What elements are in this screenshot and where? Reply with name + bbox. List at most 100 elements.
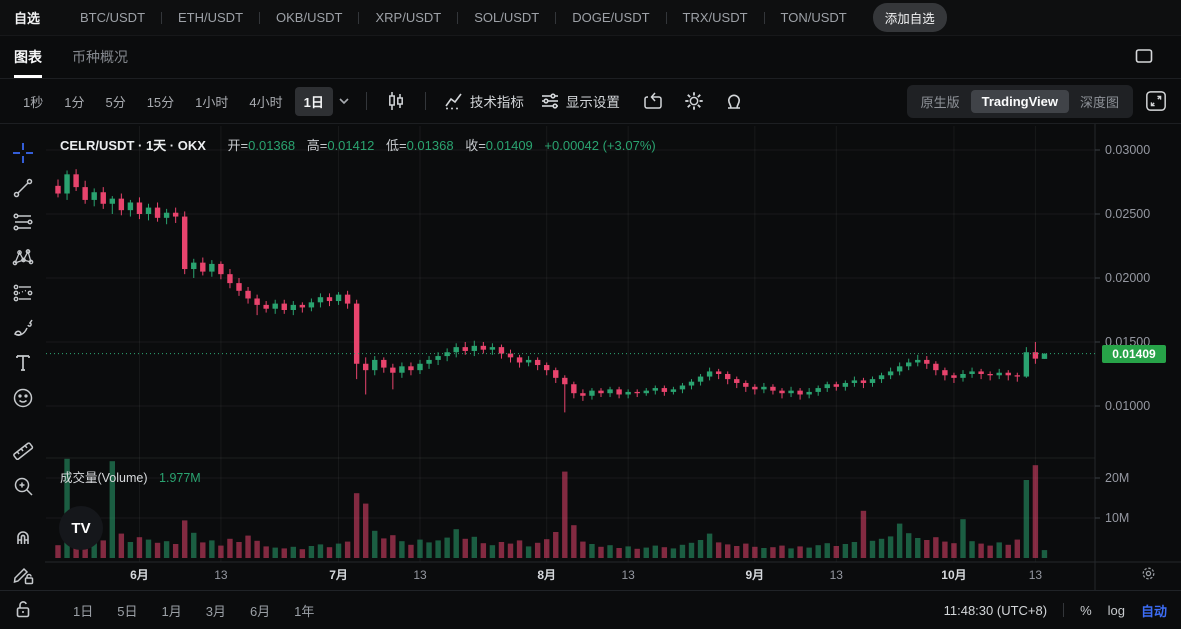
volume-bar	[273, 548, 278, 558]
symbol-title[interactable]: CELR/USDT · 1天 · OKX	[60, 138, 206, 153]
interval-15分[interactable]: 15分	[138, 87, 183, 116]
watchlist-bar: 自选 BTC/USDTETH/USDTOKB/USDTXRP/USDTSOL/U…	[0, 0, 1181, 36]
range-1日[interactable]: 1日	[62, 597, 104, 624]
projection-tool-icon[interactable]	[9, 281, 37, 305]
candle-body	[182, 217, 187, 269]
volume-bar	[571, 525, 576, 558]
watchlist-pair-btc[interactable]: BTC/USDT	[64, 10, 161, 25]
time-axis-label[interactable]: 13	[214, 568, 228, 582]
time-axis-label[interactable]: 9月	[746, 568, 765, 582]
time-axis-label[interactable]: 13	[621, 568, 635, 582]
volume-bar	[870, 541, 875, 558]
watchlist-pair-okb[interactable]: OKB/USDT	[260, 10, 358, 25]
interval-4小时[interactable]: 4小时	[240, 87, 291, 116]
time-axis-label[interactable]: 13	[830, 568, 844, 582]
mode-深度图[interactable]: 深度图	[1069, 88, 1130, 115]
time-axis-label[interactable]: 13	[413, 568, 427, 582]
gear-icon[interactable]	[674, 86, 714, 116]
trendline-tool-icon[interactable]	[9, 176, 37, 200]
candle-body	[399, 366, 404, 372]
volume-bar	[644, 548, 649, 558]
candle-body	[544, 365, 549, 370]
unlock-icon[interactable]	[9, 597, 37, 621]
time-axis-label[interactable]: 7月	[329, 568, 348, 582]
candle-body	[119, 199, 124, 211]
range-5日[interactable]: 5日	[106, 597, 148, 624]
candle-body	[173, 213, 178, 217]
price-axis-label[interactable]: 0.03000	[1105, 143, 1150, 157]
magnet-tool-icon[interactable]	[9, 527, 37, 551]
percent-scale-button[interactable]: %	[1080, 603, 1092, 618]
ruler-tool-icon[interactable]	[9, 439, 37, 463]
watchlist-pair-sol[interactable]: SOL/USDT	[458, 10, 555, 25]
time-axis-label[interactable]: 6月	[130, 568, 149, 582]
time-axis-label[interactable]: 8月	[537, 568, 556, 582]
volume-bar	[354, 493, 359, 558]
price-axis-label[interactable]: 0.02500	[1105, 207, 1150, 221]
fib-retracement-tool-icon[interactable]	[9, 211, 37, 235]
auto-scale-button[interactable]: 自动	[1141, 601, 1167, 620]
candle-body	[580, 393, 585, 396]
candle-body	[309, 302, 314, 307]
range-1年[interactable]: 1年	[283, 597, 325, 624]
window-icon[interactable]	[1135, 48, 1153, 64]
watchlist-pair-ton[interactable]: TON/USDT	[765, 10, 863, 25]
range-3月[interactable]: 3月	[195, 597, 237, 624]
chevron-down-icon[interactable]	[338, 97, 350, 105]
interval-5分[interactable]: 5分	[96, 87, 134, 116]
tab-coin-overview[interactable]: 币种概况	[72, 36, 128, 78]
emoji-tool-icon[interactable]	[9, 386, 37, 410]
candle-body	[779, 391, 784, 394]
time-axis-label[interactable]: 13	[1029, 568, 1043, 582]
price-axis-label[interactable]: 0.02000	[1105, 271, 1150, 285]
lock-drawings-tool-icon[interactable]	[9, 562, 37, 586]
tab-chart[interactable]: 图表	[14, 36, 42, 78]
fullscreen-icon[interactable]	[1145, 90, 1167, 112]
watchlist-pair-eth[interactable]: ETH/USDT	[162, 10, 259, 25]
interval-1秒[interactable]: 1秒	[14, 87, 52, 116]
crosshair-tool-icon[interactable]	[9, 141, 37, 165]
add-favorite-button[interactable]: 添加自选	[873, 3, 947, 32]
display-settings-button[interactable]: 显示设置	[532, 87, 628, 115]
price-axis-label[interactable]: 0.01000	[1105, 399, 1150, 413]
text-tool-icon[interactable]	[9, 351, 37, 375]
xabcd-pattern-tool-icon[interactable]	[9, 246, 37, 270]
timezone-gear-icon[interactable]	[1140, 565, 1157, 582]
brush-tool-icon[interactable]	[9, 316, 37, 340]
volume-bar	[336, 544, 341, 558]
watchlist-tab-favorites[interactable]: 自选	[14, 8, 40, 27]
watchlist-pair-xrp[interactable]: XRP/USDT	[359, 10, 457, 25]
volume-axis-label[interactable]: 20M	[1105, 471, 1129, 485]
volume-bar	[164, 541, 169, 558]
volume-bar	[544, 539, 549, 558]
zoom-in-tool-icon[interactable]	[9, 474, 37, 498]
interval-1分[interactable]: 1分	[55, 87, 93, 116]
mode-tradingview[interactable]: TradingView	[971, 90, 1069, 113]
range-1月[interactable]: 1月	[150, 597, 192, 624]
indicators-button[interactable]: 技术指标	[436, 87, 532, 115]
candle-body	[354, 304, 359, 364]
candle-body	[897, 366, 902, 371]
scale-icon[interactable]	[714, 87, 754, 115]
clock[interactable]: 11:48:30 (UTC+8)	[944, 603, 1047, 618]
candle-body	[915, 360, 920, 363]
replay-icon[interactable]	[634, 87, 674, 115]
interval-1小时[interactable]: 1小时	[186, 87, 237, 116]
candle-body	[752, 387, 757, 390]
volume-axis-label[interactable]: 10M	[1105, 511, 1129, 525]
watchlist-pair-doge[interactable]: DOGE/USDT	[556, 10, 665, 25]
candle-body	[200, 263, 205, 272]
candle-body	[707, 371, 712, 376]
candle-style-icon[interactable]	[377, 86, 415, 116]
log-scale-button[interactable]: log	[1108, 603, 1125, 618]
mode-原生版[interactable]: 原生版	[910, 88, 971, 115]
range-6月[interactable]: 6月	[239, 597, 281, 624]
interval-1d-active[interactable]: 1日	[295, 87, 333, 116]
candlestick-chart[interactable]: 0.030000.025000.020000.015000.0100020M10…	[45, 124, 1181, 590]
time-axis-label[interactable]: 10月	[941, 568, 966, 582]
watchlist-pair-trx[interactable]: TRX/USDT	[667, 10, 764, 25]
volume-bar	[635, 549, 640, 558]
volume-bar	[897, 524, 902, 558]
candle-body	[806, 392, 811, 395]
candle-body	[924, 360, 929, 364]
